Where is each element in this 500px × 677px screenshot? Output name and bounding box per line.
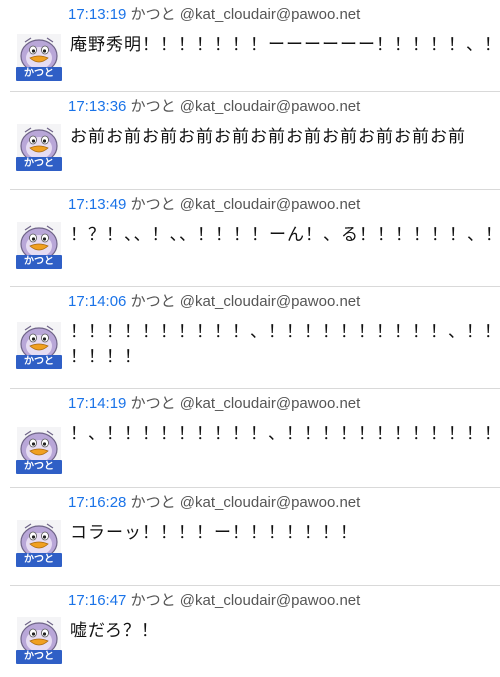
account-handle[interactable]: @kat_cloudair@pawoo.net — [180, 494, 361, 511]
avatar[interactable]: かつと — [14, 34, 64, 82]
toot-content-line: コラーッ！！！！ー！！！！！！！ — [70, 523, 358, 543]
toot-timestamp-link[interactable]: 17:14:06 — [68, 293, 126, 310]
display-name[interactable]: かつと — [131, 494, 176, 511]
toot-item[interactable]: 17:13:49 かつと @kat_cloudair@pawoo.net かつと！… — [0, 190, 500, 287]
toot-meta: 17:16:47 かつと @kat_cloudair@pawoo.net — [68, 592, 360, 610]
toot-timestamp-link[interactable]: 17:13:36 — [68, 98, 126, 115]
avatar-name-tag: かつと — [16, 255, 62, 269]
toot-content: 庵野秀明！！！！！！！ーーーーーー！！！！！、！！ — [70, 33, 500, 58]
toot-content: 嘘だろ？！ — [70, 619, 500, 644]
display-name[interactable]: かつと — [131, 592, 176, 609]
avatar[interactable]: かつと — [14, 222, 64, 270]
display-name[interactable]: かつと — [131, 395, 176, 412]
toot-content-line: お前お前お前お前お前お前お前お前お前お前お前 — [70, 127, 466, 147]
penguin-avatar-icon — [17, 34, 61, 70]
display-name[interactable]: かつと — [131, 98, 176, 115]
toot-content-line: ！！！！！！！！！！、！！！！！！！！！！、！！！ — [70, 322, 500, 342]
toot-item[interactable]: 17:16:47 かつと @kat_cloudair@pawoo.net かつと嘘… — [0, 586, 500, 677]
avatar-name-tag: かつと — [16, 650, 62, 664]
avatar[interactable]: かつと — [14, 427, 64, 475]
penguin-avatar-icon — [17, 427, 61, 463]
toot-timestamp-link[interactable]: 17:16:28 — [68, 494, 126, 511]
toot-content-line: 嘘だろ？！ — [70, 621, 159, 641]
toot-item[interactable]: 17:13:19 かつと @kat_cloudair@pawoo.net かつと庵… — [0, 0, 500, 92]
display-name[interactable]: かつと — [131, 293, 176, 310]
toot-timestamp-link[interactable]: 17:13:49 — [68, 196, 126, 213]
toot-content-line: 庵野秀明！！！！！！！ーーーーーー！！！！！、！！ — [70, 35, 500, 55]
toot-item[interactable]: 17:13:36 かつと @kat_cloudair@pawoo.net かつとお… — [0, 92, 500, 190]
penguin-avatar-icon — [17, 520, 61, 556]
penguin-avatar-icon — [17, 322, 61, 358]
account-handle[interactable]: @kat_cloudair@pawoo.net — [180, 6, 361, 23]
account-handle[interactable]: @kat_cloudair@pawoo.net — [180, 196, 361, 213]
account-handle[interactable]: @kat_cloudair@pawoo.net — [180, 293, 361, 310]
display-name[interactable]: かつと — [131, 6, 176, 23]
avatar-name-tag: かつと — [16, 67, 62, 81]
toot-item[interactable]: 17:16:28 かつと @kat_cloudair@pawoo.net かつとコ… — [0, 488, 500, 586]
toot-meta: 17:16:28 かつと @kat_cloudair@pawoo.net — [68, 494, 360, 512]
toot-meta: 17:13:36 かつと @kat_cloudair@pawoo.net — [68, 98, 360, 116]
toot-timestamp-link[interactable]: 17:14:19 — [68, 395, 126, 412]
toot-content: ！？！、、！、、！！！！ーん！、る！！！！！！、！ — [70, 223, 500, 248]
avatar[interactable]: かつと — [14, 322, 64, 370]
toot-content: お前お前お前お前お前お前お前お前お前お前お前 — [70, 125, 500, 150]
avatar-name-tag: かつと — [16, 460, 62, 474]
account-handle[interactable]: @kat_cloudair@pawoo.net — [180, 395, 361, 412]
toot-content-line: ！、！！！！！！！！！、！！！！！！！！！！！！、 — [70, 424, 500, 444]
display-name[interactable]: かつと — [131, 196, 176, 213]
avatar[interactable]: かつと — [14, 124, 64, 172]
avatar[interactable]: かつと — [14, 617, 64, 665]
account-handle[interactable]: @kat_cloudair@pawoo.net — [180, 98, 361, 115]
toot-content-line: ！？！、、！、、！！！！ーん！、る！！！！！！、！ — [70, 225, 500, 245]
toot-timestamp-link[interactable]: 17:16:47 — [68, 592, 126, 609]
avatar[interactable]: かつと — [14, 520, 64, 568]
penguin-avatar-icon — [17, 617, 61, 653]
timeline: 17:13:19 かつと @kat_cloudair@pawoo.net かつと庵… — [0, 0, 500, 677]
avatar-name-tag: かつと — [16, 355, 62, 369]
toot-content: ！、！！！！！！！！！、！！！！！！！！！！！！、 — [70, 422, 500, 447]
toot-item[interactable]: 17:14:19 かつと @kat_cloudair@pawoo.net かつと！… — [0, 389, 500, 488]
toot-content-line: ！！！！ — [70, 347, 142, 367]
toot-meta: 17:13:49 かつと @kat_cloudair@pawoo.net — [68, 196, 360, 214]
toot-content: ！！！！！！！！！！、！！！！！！！！！！、！！！ ！！！！ — [70, 320, 500, 370]
account-handle[interactable]: @kat_cloudair@pawoo.net — [180, 592, 361, 609]
toot-timestamp-link[interactable]: 17:13:19 — [68, 6, 126, 23]
toot-meta: 17:14:06 かつと @kat_cloudair@pawoo.net — [68, 293, 360, 311]
toot-meta: 17:13:19 かつと @kat_cloudair@pawoo.net — [68, 6, 360, 24]
avatar-name-tag: かつと — [16, 553, 62, 567]
avatar-name-tag: かつと — [16, 157, 62, 171]
toot-item[interactable]: 17:14:06 かつと @kat_cloudair@pawoo.net かつと！… — [0, 287, 500, 389]
toot-content: コラーッ！！！！ー！！！！！！！ — [70, 521, 500, 546]
penguin-avatar-icon — [17, 124, 61, 160]
penguin-avatar-icon — [17, 222, 61, 258]
toot-meta: 17:14:19 かつと @kat_cloudair@pawoo.net — [68, 395, 360, 413]
